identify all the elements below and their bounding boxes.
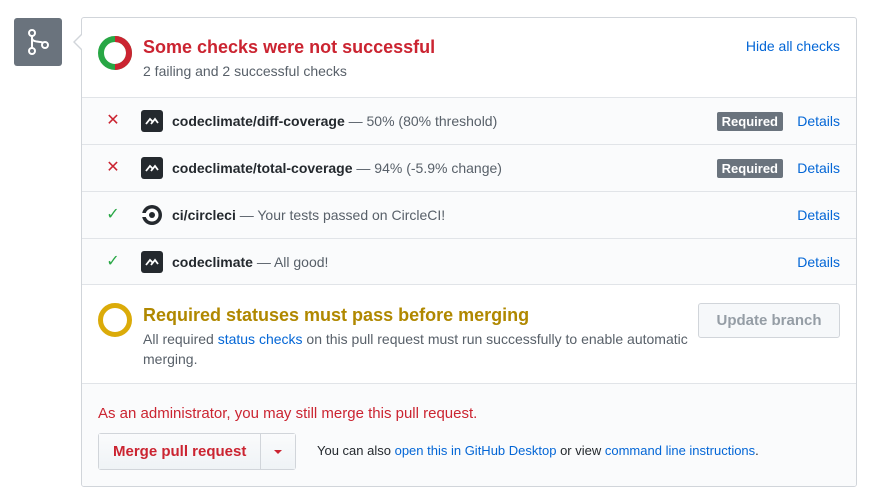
check-text: codeclimate/diff-coverage — 50% (80% thr… bbox=[172, 113, 497, 129]
check-text: codeclimate — All good! bbox=[172, 254, 328, 270]
alternative-merge-text: You can also open this in GitHub Desktop… bbox=[317, 443, 759, 458]
check-icon: ✓ bbox=[106, 206, 120, 223]
x-icon: ✕ bbox=[106, 159, 120, 176]
details-link[interactable]: Details bbox=[797, 207, 840, 223]
panel-pointer-inner bbox=[75, 35, 82, 49]
required-badge: Required bbox=[716, 158, 783, 178]
check-name: codeclimate/total-coverage bbox=[172, 160, 353, 176]
merge-method-dropdown[interactable] bbox=[261, 434, 296, 469]
required-statuses-description: All required status checks on this pull … bbox=[143, 329, 703, 369]
alt-text-suffix: . bbox=[755, 443, 759, 458]
status-checks-link[interactable]: status checks bbox=[218, 331, 303, 347]
chevron-down-icon bbox=[274, 449, 283, 454]
check-name: codeclimate/diff-coverage bbox=[172, 113, 345, 129]
details-link[interactable]: Details bbox=[797, 254, 840, 270]
hide-all-checks-link[interactable]: Hide all checks bbox=[746, 38, 840, 54]
check-row: ✕ codeclimate/total-coverage — 94% (-5.9… bbox=[82, 145, 856, 192]
checks-status-ring-icon bbox=[98, 36, 132, 70]
alt-text-middle: or view bbox=[556, 443, 605, 458]
check-icon: ✓ bbox=[106, 252, 120, 270]
alt-text-prefix: You can also bbox=[317, 443, 395, 458]
git-merge-icon bbox=[14, 18, 62, 66]
merge-status-panel: Some checks were not successful 2 failin… bbox=[81, 17, 857, 487]
checks-summary-title: Some checks were not successful bbox=[143, 37, 436, 57]
required-statuses-title: Required statuses must pass before mergi… bbox=[143, 305, 530, 325]
check-name: ci/circleci bbox=[172, 207, 236, 223]
check-description: — 50% (80% threshold) bbox=[344, 113, 498, 129]
codeclimate-logo-icon bbox=[141, 250, 163, 273]
pending-status-icon bbox=[98, 303, 132, 337]
circleci-logo-icon bbox=[141, 204, 163, 226]
required-statuses-section: Required statuses must pass before mergi… bbox=[82, 285, 856, 384]
checks-list: ✕ codeclimate/diff-coverage — 50% (80% t… bbox=[82, 98, 856, 285]
details-link[interactable]: Details bbox=[797, 113, 840, 129]
check-description: — 94% (-5.9% change) bbox=[352, 160, 502, 176]
check-row: ✓ ci/circleci — Your tests passed on Cir… bbox=[82, 192, 856, 239]
check-text: codeclimate/total-coverage — 94% (-5.9% … bbox=[172, 160, 502, 176]
details-link[interactable]: Details bbox=[797, 160, 840, 176]
check-row: ✕ codeclimate/diff-coverage — 50% (80% t… bbox=[82, 98, 856, 145]
update-branch-button[interactable]: Update branch bbox=[698, 303, 840, 338]
command-line-instructions-link[interactable]: command line instructions bbox=[605, 443, 755, 458]
check-description: — Your tests passed on CircleCI! bbox=[235, 207, 446, 223]
required-badge: Required bbox=[716, 111, 783, 131]
checks-summary: Some checks were not successful 2 failin… bbox=[82, 18, 856, 98]
check-row: ✓ codeclimate — All good! Details bbox=[82, 239, 856, 285]
open-in-desktop-link[interactable]: open this in GitHub Desktop bbox=[395, 443, 557, 458]
merge-button-group: Merge pull request bbox=[98, 433, 297, 470]
codeclimate-logo-icon bbox=[141, 157, 163, 179]
admin-merge-note: As an administrator, you may still merge… bbox=[98, 405, 478, 422]
check-name: codeclimate bbox=[172, 253, 253, 270]
merge-area: As an administrator, you may still merge… bbox=[82, 384, 856, 486]
checks-summary-subtitle: 2 failing and 2 successful checks bbox=[143, 63, 347, 79]
codeclimate-logo-icon bbox=[141, 110, 163, 132]
description-text: All required bbox=[143, 331, 218, 347]
check-text: ci/circleci — Your tests passed on Circl… bbox=[172, 207, 445, 223]
merge-pull-request-button[interactable]: Merge pull request bbox=[99, 434, 262, 469]
check-description: — All good! bbox=[252, 253, 329, 270]
x-icon: ✕ bbox=[106, 112, 120, 129]
